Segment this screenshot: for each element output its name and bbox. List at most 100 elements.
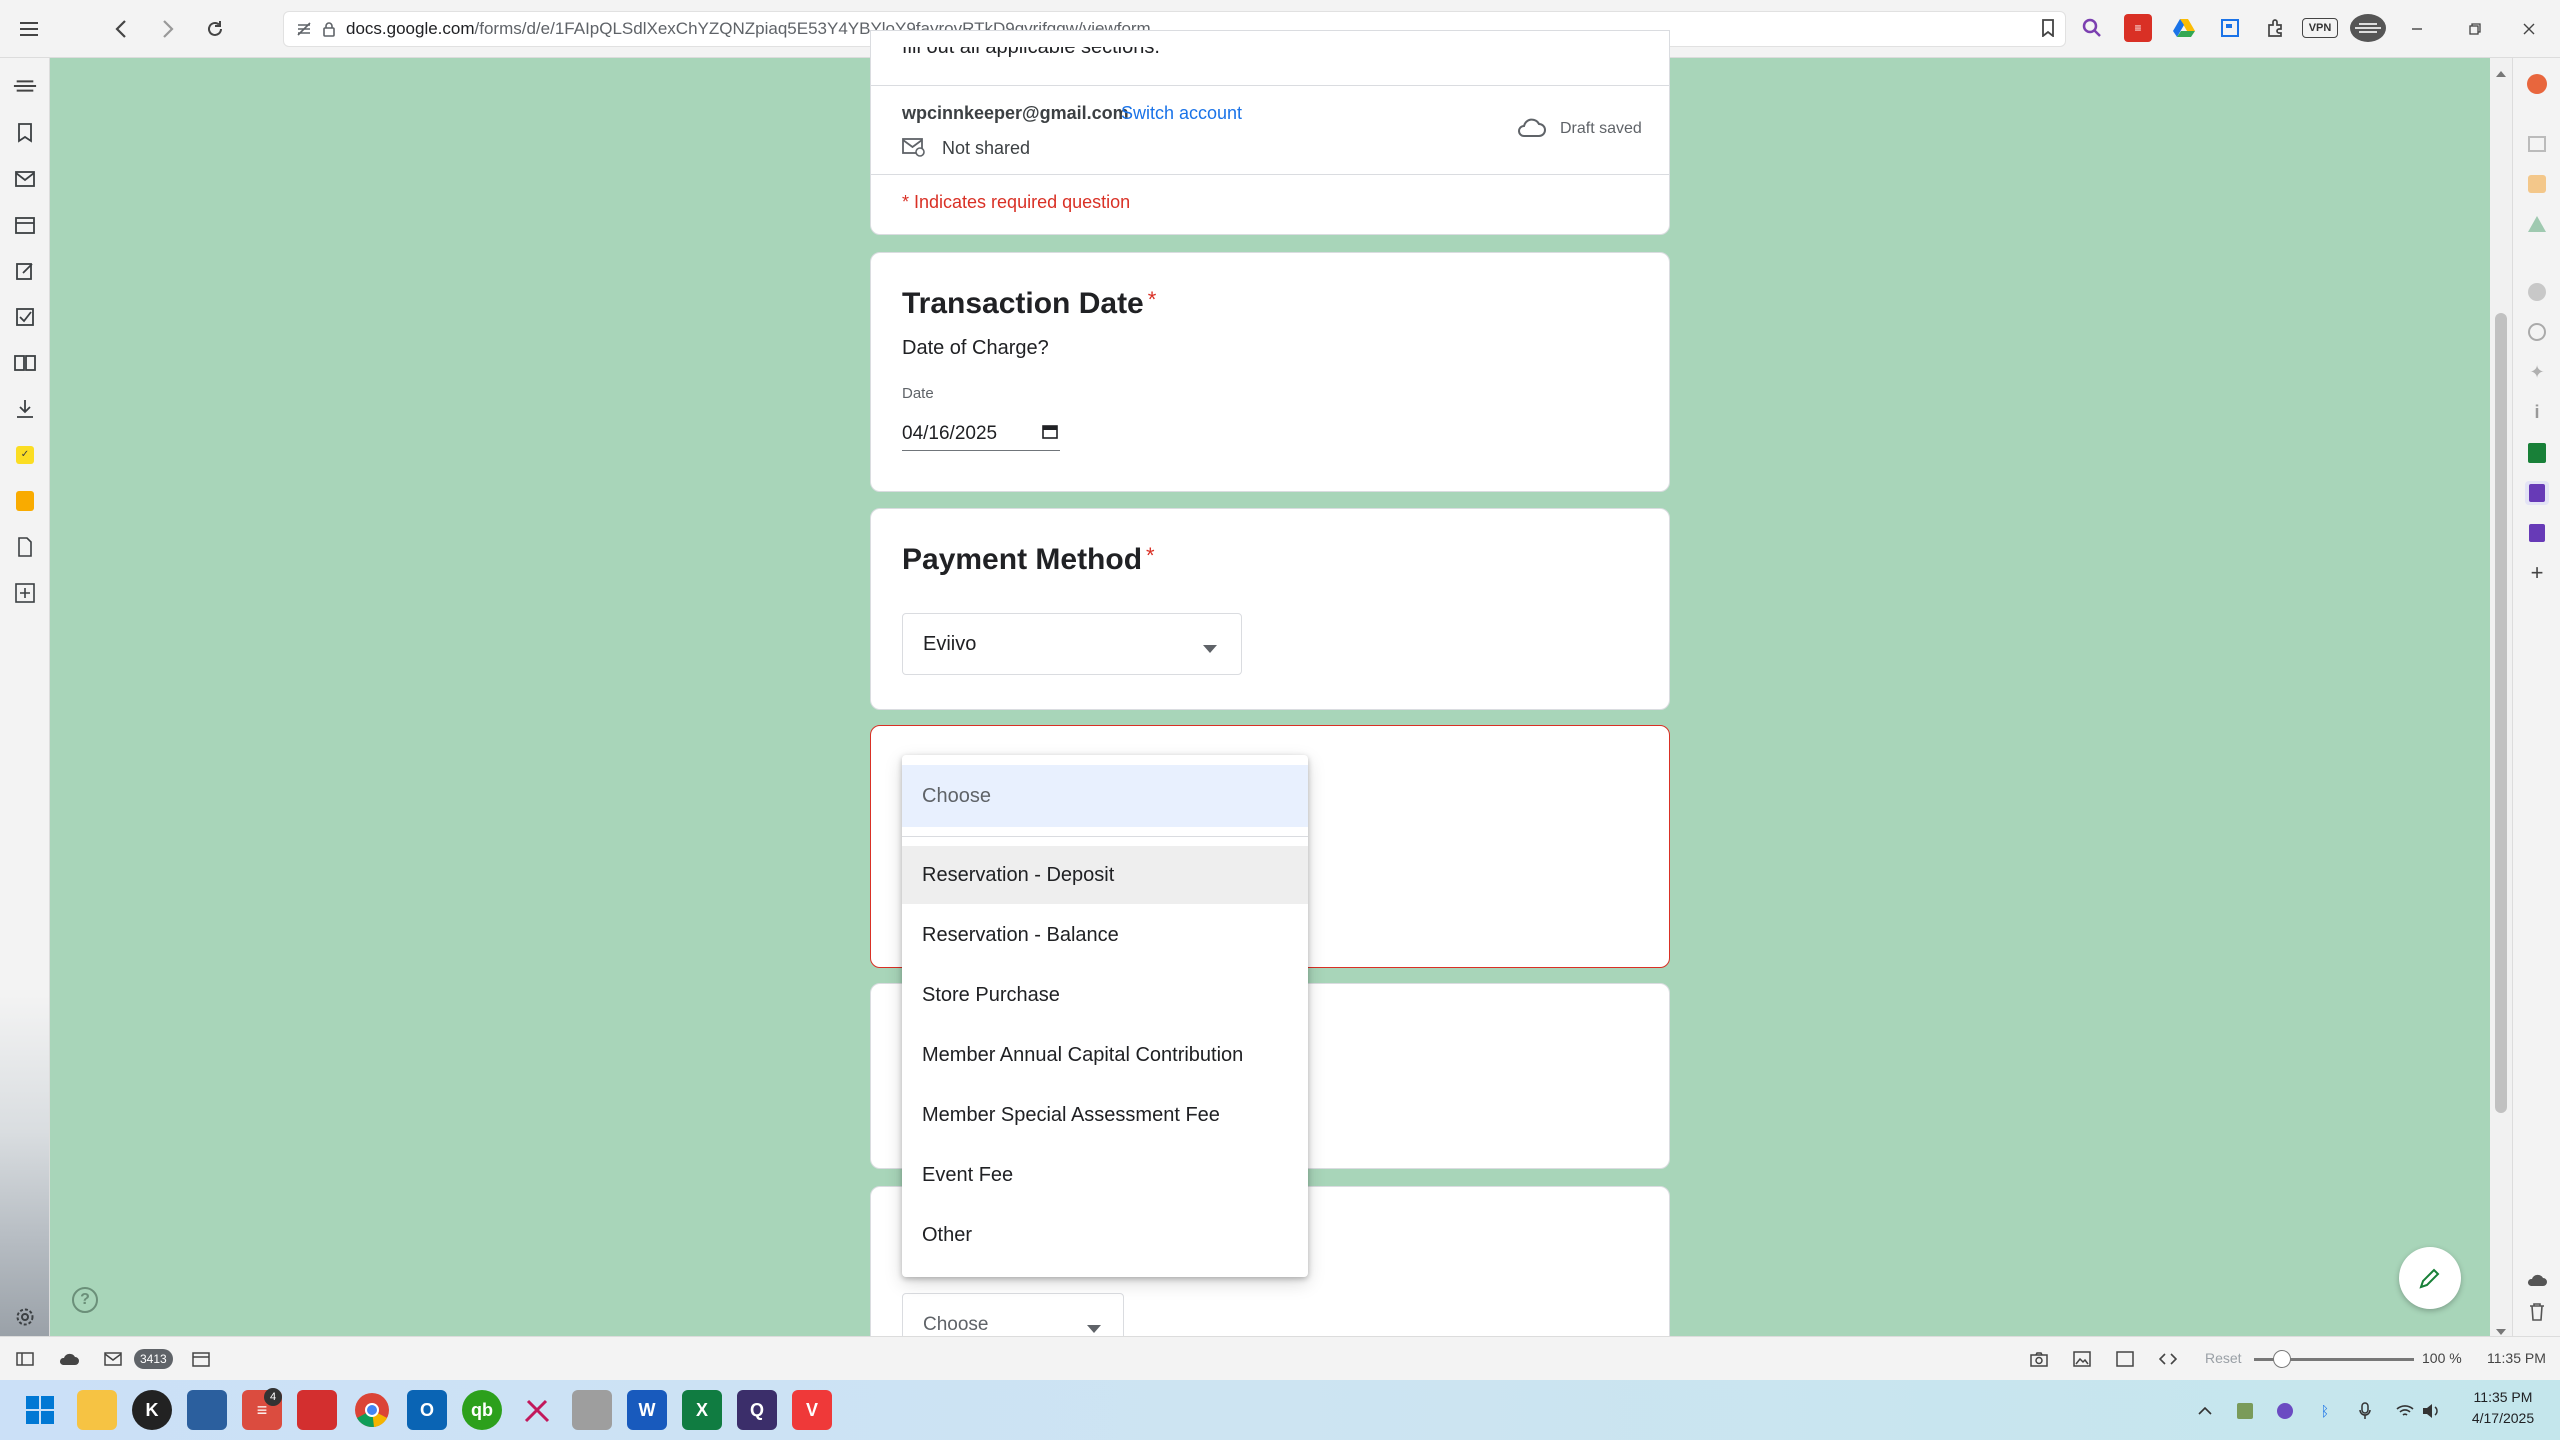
add-web-panel-icon[interactable] — [13, 581, 37, 605]
zoom-slider-handle[interactable] — [2273, 1350, 2291, 1368]
bluetooth-icon[interactable]: ᛒ — [2314, 1400, 2336, 1422]
excel-icon[interactable]: X — [682, 1390, 722, 1430]
web-panel-1-icon[interactable]: ✓ — [13, 443, 37, 467]
web-panel-app-icon[interactable] — [2525, 72, 2549, 96]
google-forms-icon[interactable] — [2525, 481, 2549, 505]
back-icon[interactable] — [104, 12, 138, 46]
transaction-type-dropdown[interactable]: Choose Reservation - Deposit Reservation… — [902, 755, 1308, 1277]
tasks-panel-icon[interactable] — [13, 305, 37, 329]
volume-icon[interactable] — [2420, 1400, 2442, 1422]
page-actions-code-icon[interactable] — [2157, 1349, 2179, 1369]
google-forms-2-icon[interactable] — [2525, 521, 2549, 545]
images-toggle-icon[interactable] — [2071, 1349, 2093, 1369]
restore-icon[interactable] — [2458, 12, 2492, 46]
web-panel-info-icon[interactable]: i — [2525, 400, 2549, 424]
bookmark-icon[interactable] — [2034, 14, 2062, 42]
dropdown-option[interactable]: Member Annual Capital Contribution — [902, 1026, 1308, 1084]
word-icon[interactable]: W — [627, 1390, 667, 1430]
taskbar-clock-time[interactable]: 11:35 PM — [2458, 1389, 2548, 1405]
web-panel-flag-icon[interactable] — [2525, 132, 2549, 156]
trash-icon[interactable] — [2525, 1300, 2549, 1324]
dropdown-option[interactable]: Other — [902, 1206, 1308, 1264]
add-panel-icon[interactable]: + — [2525, 560, 2549, 585]
dropdown-option[interactable]: Member Special Assessment Fee — [902, 1086, 1308, 1144]
taskbar-clock-date[interactable]: 4/17/2025 — [2458, 1410, 2548, 1426]
switch-account-link[interactable]: Switch account — [1121, 103, 1242, 124]
page-tiling-icon[interactable] — [2114, 1349, 2136, 1369]
mail-panel-icon[interactable] — [13, 167, 37, 191]
capture-camera-icon[interactable] — [2028, 1349, 2050, 1369]
dropdown-option[interactable]: Event Fee — [902, 1146, 1308, 1204]
forward-icon[interactable] — [151, 12, 185, 46]
chrome-icon[interactable] — [352, 1390, 392, 1430]
minimize-icon[interactable] — [2400, 12, 2434, 46]
scroll-up-arrow-icon[interactable] — [2496, 64, 2506, 82]
payment-method-card: Payment Method * Eviivo — [870, 508, 1670, 710]
dropdown-placeholder-option[interactable]: Choose — [902, 765, 1308, 827]
downloads-panel-icon[interactable] — [13, 397, 37, 421]
dropdown-option[interactable]: Reservation - Balance — [902, 906, 1308, 964]
reader-extension-icon[interactable] — [2216, 14, 2244, 42]
question-title: Transaction Date * — [902, 287, 1156, 321]
zoom-slider[interactable] — [2254, 1350, 2414, 1368]
snipping-tool-icon[interactable] — [517, 1390, 557, 1430]
web-panel-drive-icon[interactable] — [2525, 212, 2549, 236]
reading-list-icon[interactable] — [13, 351, 37, 375]
mail-status-icon[interactable] — [102, 1349, 124, 1369]
web-panel-circle-icon[interactable] — [2525, 280, 2549, 304]
wifi-icon[interactable] — [2394, 1400, 2416, 1422]
settings-gear-icon[interactable] — [13, 1305, 37, 1329]
scroll-thumb[interactable] — [2495, 313, 2507, 1113]
search-extension-icon[interactable] — [2078, 14, 2106, 42]
notes-panel-icon[interactable] — [13, 259, 37, 283]
mail-count-badge[interactable]: 3413 — [134, 1349, 173, 1369]
vpn-icon[interactable]: VPN — [2302, 18, 2338, 38]
klarna-app-icon[interactable]: K — [132, 1390, 172, 1430]
date-input[interactable]: 04/16/2025 — [902, 417, 1060, 451]
tray-vpn-icon[interactable] — [2274, 1400, 2296, 1422]
zoom-reset-button[interactable]: Reset — [2205, 1350, 2242, 1366]
tray-app-icon[interactable] — [2234, 1400, 2256, 1422]
bookmarks-panel-icon[interactable] — [13, 121, 37, 145]
windows-start-icon[interactable] — [20, 1390, 60, 1430]
google-sheets-icon[interactable] — [2525, 441, 2549, 465]
calendar-picker-icon[interactable] — [1042, 423, 1058, 444]
printer-app-icon[interactable] — [572, 1390, 612, 1430]
vivaldi-logo-icon[interactable] — [13, 74, 37, 98]
show-hidden-icons-chevron-icon[interactable] — [2194, 1400, 2216, 1422]
outlook-icon[interactable]: O — [407, 1390, 447, 1430]
photo-app-icon[interactable] — [187, 1390, 227, 1430]
panel-toggle-icon[interactable] — [14, 1349, 36, 1369]
search-app-icon[interactable]: Q — [737, 1390, 777, 1430]
sync-status-cloud-icon[interactable] — [58, 1349, 80, 1369]
calendar-status-icon[interactable] — [190, 1349, 212, 1369]
close-icon[interactable] — [2512, 12, 2546, 46]
google-drive-icon[interactable] — [2170, 14, 2198, 42]
help-icon[interactable]: ? — [72, 1287, 98, 1313]
microphone-icon[interactable] — [2354, 1400, 2376, 1422]
calendar-panel-icon[interactable] — [13, 213, 37, 237]
web-panel-orange-icon[interactable] — [2525, 172, 2549, 196]
todoist-badge: 4 — [264, 1388, 282, 1406]
vivaldi-browser-icon[interactable]: V — [792, 1390, 832, 1430]
payment-method-select[interactable]: Eviivo — [902, 613, 1242, 675]
question-description: Date of Charge? — [902, 337, 1049, 359]
reload-icon[interactable] — [198, 12, 232, 46]
dropdown-option[interactable]: Reservation - Deposit — [902, 846, 1308, 904]
site-settings-icon[interactable] — [296, 21, 312, 37]
pdf-extension-icon[interactable]: ≡ — [2124, 14, 2152, 42]
dropdown-option[interactable]: Store Purchase — [902, 966, 1308, 1024]
web-panel-chatgpt-icon[interactable] — [2525, 320, 2549, 344]
edit-pencil-button[interactable] — [2399, 1247, 2461, 1309]
menu-icon[interactable] — [12, 12, 46, 46]
extensions-puzzle-icon[interactable] — [2262, 14, 2290, 42]
web-panel-keep-icon[interactable] — [13, 489, 37, 513]
profile-avatar[interactable] — [2350, 14, 2386, 42]
file-explorer-icon[interactable] — [77, 1390, 117, 1430]
quickbooks-icon[interactable]: qb — [462, 1390, 502, 1430]
sync-cloud-icon[interactable] — [2525, 1268, 2549, 1292]
acrobat-icon[interactable] — [297, 1390, 337, 1430]
web-panel-doc-icon[interactable] — [13, 535, 37, 559]
page-scrollbar[interactable] — [2490, 58, 2512, 1336]
web-panel-star-icon[interactable]: ✦ — [2525, 360, 2549, 384]
